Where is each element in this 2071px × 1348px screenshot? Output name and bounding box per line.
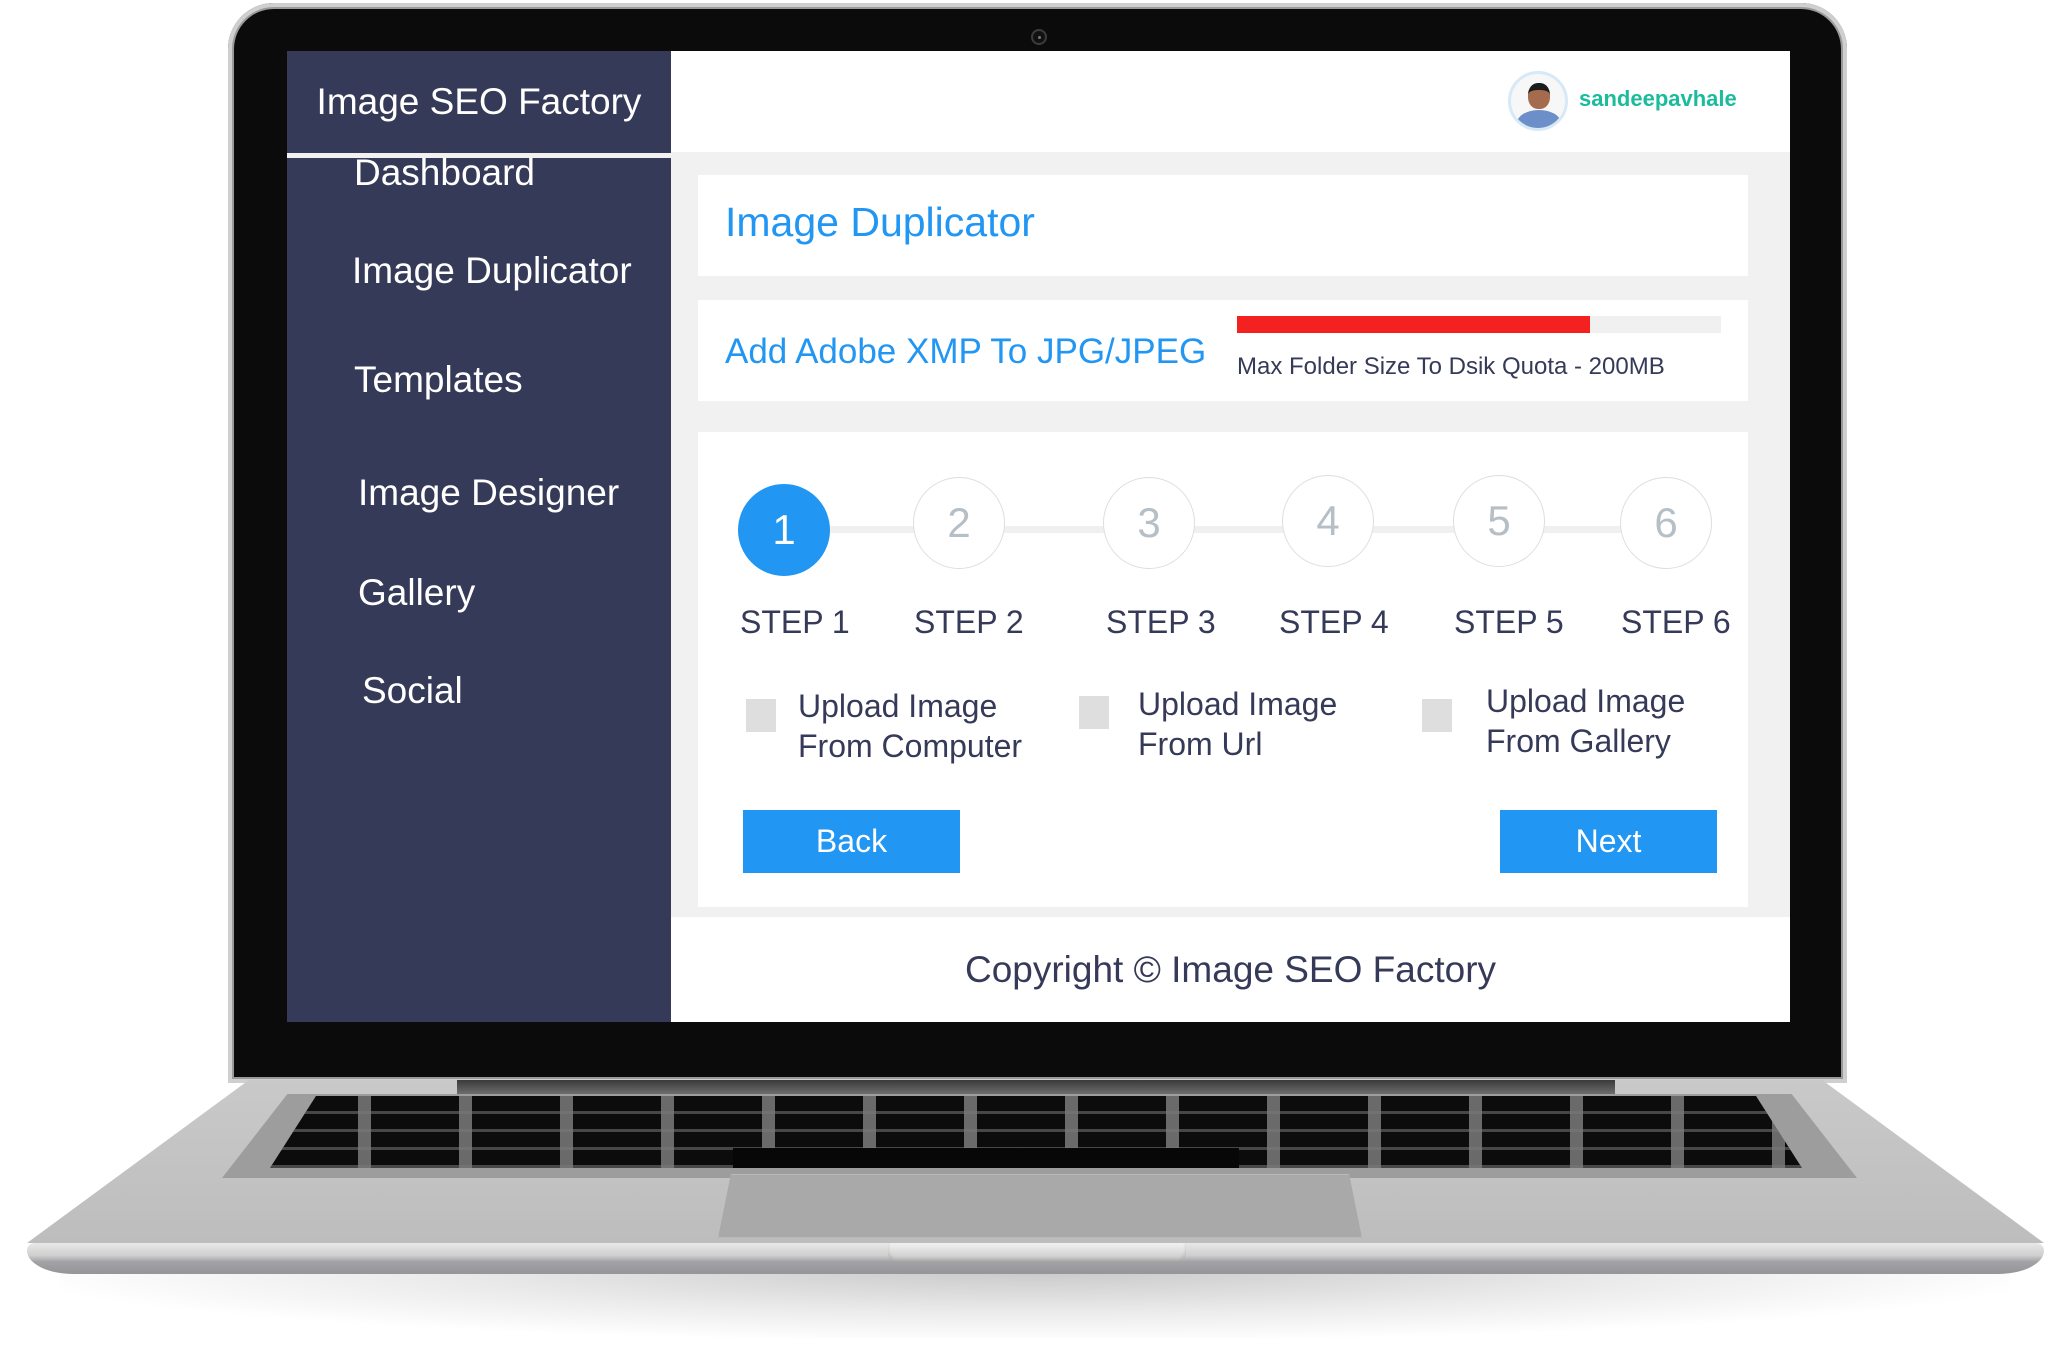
avatar-head <box>1528 83 1550 109</box>
username-link[interactable]: sandeepavhale <box>1579 86 1737 112</box>
step-circle-6[interactable]: 6 <box>1620 477 1712 569</box>
step-label-2: STEP 2 <box>914 604 1024 640</box>
quota-card: Add Adobe XMP To JPG/JPEG Max Folder Siz… <box>698 300 1748 401</box>
step-circle-2[interactable]: 2 <box>913 477 1005 569</box>
option-label-line: From Computer <box>798 728 1023 764</box>
option-label-url[interactable]: Upload Image From Url <box>1138 684 1337 764</box>
option-label-line: From Url <box>1138 726 1263 762</box>
step-circle-5[interactable]: 5 <box>1453 475 1545 567</box>
step-label-6: STEP 6 <box>1621 604 1731 640</box>
step-circle-1[interactable]: 1 <box>738 484 830 576</box>
option-checkbox-computer[interactable] <box>746 699 776 732</box>
option-label-line: Upload Image <box>1138 686 1338 722</box>
sidebar-item-gallery[interactable]: Gallery <box>358 572 475 614</box>
next-button[interactable]: Next <box>1500 810 1717 873</box>
sidebar-item-templates[interactable]: Templates <box>354 359 523 401</box>
laptop-hinge <box>457 1080 1615 1094</box>
trackpad <box>718 1174 1362 1238</box>
quota-label: Max Folder Size To Dsik Quota - 200MB <box>1237 353 1665 380</box>
sidebar-item-social[interactable]: Social <box>362 670 463 712</box>
option-label-line: Upload Image <box>1486 683 1686 719</box>
wizard-card: 1 2 3 4 5 6 STEP 1 STEP 2 STEP 3 STEP 4 … <box>698 432 1748 907</box>
app-screen: Image SEO Factory Dashboard Image Duplic… <box>287 51 1790 1022</box>
user-avatar-icon[interactable] <box>1508 71 1568 131</box>
option-checkbox-url[interactable] <box>1079 696 1109 729</box>
step-label-3: STEP 3 <box>1106 604 1216 640</box>
laptop-shadow <box>60 1268 2010 1338</box>
back-button[interactable]: Back <box>743 810 960 873</box>
step-circle-3[interactable]: 3 <box>1103 477 1195 569</box>
page-title-card: Image Duplicator <box>698 175 1748 276</box>
option-label-gallery[interactable]: Upload Image From Gallery <box>1486 681 1685 761</box>
step-label-4: STEP 4 <box>1279 604 1389 640</box>
quota-progress-bar <box>1237 316 1721 333</box>
webcam-icon <box>1031 29 1047 45</box>
option-label-line: Upload Image <box>798 688 998 724</box>
spacebar <box>733 1148 1239 1168</box>
option-label-computer[interactable]: Upload Image From Computer <box>798 686 1022 766</box>
sidebar: Image SEO Factory Dashboard Image Duplic… <box>287 51 671 1022</box>
quota-progress-fill <box>1237 316 1591 333</box>
sidebar-item-image-duplicator[interactable]: Image Duplicator <box>352 250 632 292</box>
sidebar-item-dashboard[interactable]: Dashboard <box>354 152 535 194</box>
section-subtitle: Add Adobe XMP To JPG/JPEG <box>725 332 1207 371</box>
step-label-1: STEP 1 <box>740 604 850 640</box>
avatar-shirt <box>1517 110 1561 128</box>
option-checkbox-gallery[interactable] <box>1422 699 1452 732</box>
footer-copyright: Copyright © Image SEO Factory <box>671 917 1790 1022</box>
sidebar-item-image-designer[interactable]: Image Designer <box>358 472 619 514</box>
lid-notch <box>888 1243 1186 1261</box>
brand-logo-text: Image SEO Factory <box>316 81 642 122</box>
page-title: Image Duplicator <box>725 199 1035 245</box>
option-label-line: From Gallery <box>1486 723 1671 759</box>
step-label-5: STEP 5 <box>1454 604 1564 640</box>
step-circle-4[interactable]: 4 <box>1282 475 1374 567</box>
